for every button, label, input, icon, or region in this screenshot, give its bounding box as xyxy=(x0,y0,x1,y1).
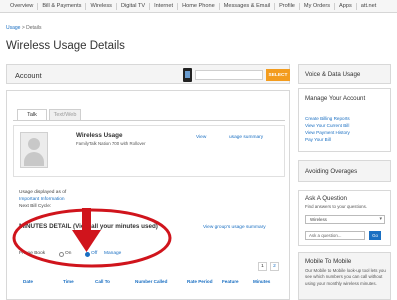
mobile-to-mobile-title: Mobile To Mobile xyxy=(305,258,352,265)
nav-profile[interactable]: Profile xyxy=(275,2,300,10)
question-input[interactable]: Ask a question... xyxy=(305,231,365,240)
avoiding-overages-box: Avoiding Overages xyxy=(298,160,391,182)
wireless-usage-card: Wireless Usage FamilyTalk Nation 700 wit… xyxy=(13,125,285,177)
column-rate-period[interactable]: Rate Period xyxy=(187,279,213,284)
phone-book-off-radio[interactable] xyxy=(85,252,90,257)
pay-your-bill-link[interactable]: Pay Your Bill xyxy=(305,137,331,142)
manage-link[interactable]: Manage xyxy=(104,251,121,256)
voice-data-usage-box: Voice & Data Usage xyxy=(298,64,391,84)
phone-book-off-label: Off xyxy=(91,251,98,256)
column-call-to[interactable]: Call To xyxy=(95,279,110,284)
nav-messages-email[interactable]: Messages & Email xyxy=(220,2,276,10)
voice-data-usage-title: Voice & Data Usage xyxy=(305,71,361,78)
create-billing-reports-link[interactable]: Create Billing Reports xyxy=(305,116,350,121)
nav-home-phone[interactable]: Home Phone xyxy=(178,2,220,10)
phone-book-on-radio[interactable] xyxy=(59,252,64,257)
page-title: Wireless Usage Details xyxy=(6,40,125,52)
account-select[interactable] xyxy=(195,70,263,80)
avoiding-overages-title: Avoiding Overages xyxy=(305,168,358,175)
breadcrumb: Usage > Details xyxy=(6,25,41,31)
usage-as-of: Usage displayed as of xyxy=(19,190,67,195)
ask-question-box: Ask A Question Find answers to your ques… xyxy=(298,190,391,246)
nav-my-orders[interactable]: My Orders xyxy=(300,2,336,10)
important-info-link[interactable]: Important Information xyxy=(19,197,65,202)
nav-bill-payments[interactable]: Bill & Payments xyxy=(38,2,87,10)
view-group-usage-link[interactable]: View group's usage summary xyxy=(203,225,266,230)
nav-overview[interactable]: Overview xyxy=(6,2,39,10)
view-current-bill-link[interactable]: View Your Current Bill xyxy=(305,123,349,128)
column-feature[interactable]: Feature xyxy=(222,279,239,284)
phone-thumbnail-icon xyxy=(183,68,192,82)
nav-digital-tv[interactable]: Digital TV xyxy=(117,2,151,10)
manage-account-box: Manage Your Account Create Billing Repor… xyxy=(298,88,391,152)
account-label: Account xyxy=(15,71,42,80)
top-nav: Overview Bill & Payments Wireless Digita… xyxy=(0,0,397,13)
usage-panel: Talk Text/Web Wireless Usage FamilyTalk … xyxy=(6,90,290,300)
usage-summary-link[interactable]: usage summary xyxy=(229,135,263,140)
minutes-detail-title: MINUTES DETAIL (View all your minutes us… xyxy=(19,223,158,230)
breadcrumb-current: Details xyxy=(26,25,42,31)
mobile-to-mobile-box: Mobile To Mobile Our Mobile to Mobile lo… xyxy=(298,252,391,300)
page-1-button[interactable]: 1 xyxy=(258,262,267,271)
nav-internet[interactable]: Internet xyxy=(150,2,179,10)
column-minutes[interactable]: Minutes xyxy=(253,279,270,284)
nav-apps[interactable]: Apps xyxy=(335,2,357,10)
select-button[interactable]: SELECT xyxy=(266,69,290,81)
wireless-usage-title: Wireless Usage xyxy=(76,132,123,139)
tab-divider xyxy=(13,120,285,121)
plan-name: FamilyTalk Nation 700 with Rollover xyxy=(76,141,146,146)
ask-question-title: Ask A Question xyxy=(305,195,347,202)
column-time[interactable]: Time xyxy=(63,279,74,284)
manage-account-title: Manage Your Account xyxy=(305,95,366,102)
nav-wireless[interactable]: Wireless xyxy=(86,2,117,10)
view-link[interactable]: View xyxy=(196,135,206,140)
phone-book-label: Phone Book xyxy=(19,251,46,256)
page-2-button[interactable]: 2 xyxy=(270,262,279,271)
question-category-select[interactable]: Wireless xyxy=(305,215,385,224)
nav-att-net[interactable]: att.net xyxy=(357,3,381,10)
phone-book-on-label: On xyxy=(65,251,72,256)
bill-cycle: Next Bill Cycle: xyxy=(19,204,52,209)
column-date[interactable]: Date xyxy=(23,279,33,284)
mobile-to-mobile-text: Our Mobile to Mobile look-up tool lets y… xyxy=(305,268,386,286)
device-image-placeholder-icon xyxy=(20,132,48,168)
view-payment-history-link[interactable]: View Payment History xyxy=(305,130,350,135)
breadcrumb-usage-link[interactable]: Usage xyxy=(6,25,20,31)
column-number-called[interactable]: Number Called xyxy=(135,279,167,284)
ask-question-text: Find answers to your questions. xyxy=(305,204,367,209)
go-button[interactable]: Go xyxy=(369,231,381,240)
account-bar: Account SELECT xyxy=(6,64,290,84)
